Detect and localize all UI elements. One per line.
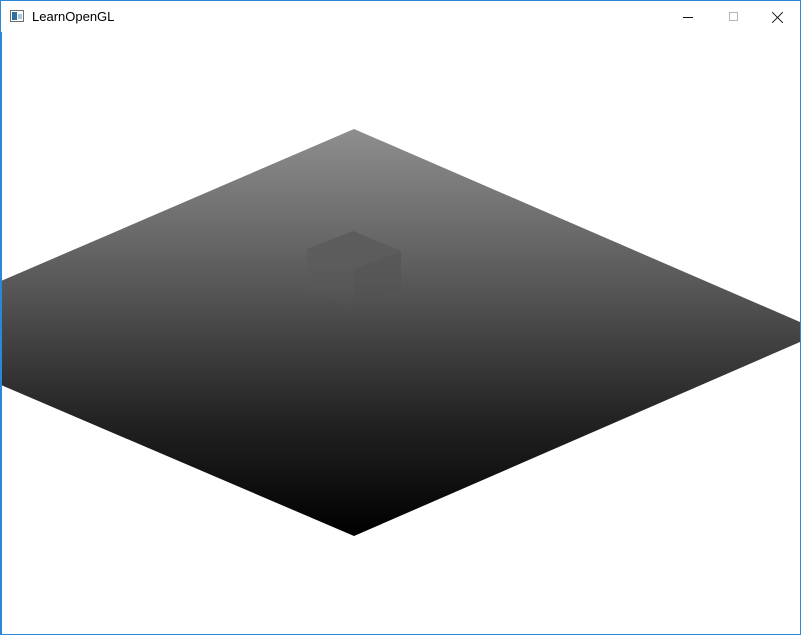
- minimize-button[interactable]: [665, 1, 711, 32]
- minimize-icon: [683, 16, 693, 18]
- opengl-depth-scene: [1, 32, 800, 634]
- depth-plane: [1, 129, 800, 536]
- application-window: LearnOpenGL: [0, 0, 801, 635]
- title-bar[interactable]: LearnOpenGL: [1, 1, 800, 32]
- close-icon: [772, 11, 784, 23]
- close-button[interactable]: [755, 1, 800, 32]
- window-title: LearnOpenGL: [32, 9, 115, 24]
- maximize-icon: [728, 12, 738, 21]
- opengl-window-icon: [10, 10, 24, 22]
- blue-edge-left: [1, 32, 2, 634]
- opengl-render-viewport[interactable]: [1, 32, 800, 634]
- maximize-button[interactable]: [710, 1, 756, 32]
